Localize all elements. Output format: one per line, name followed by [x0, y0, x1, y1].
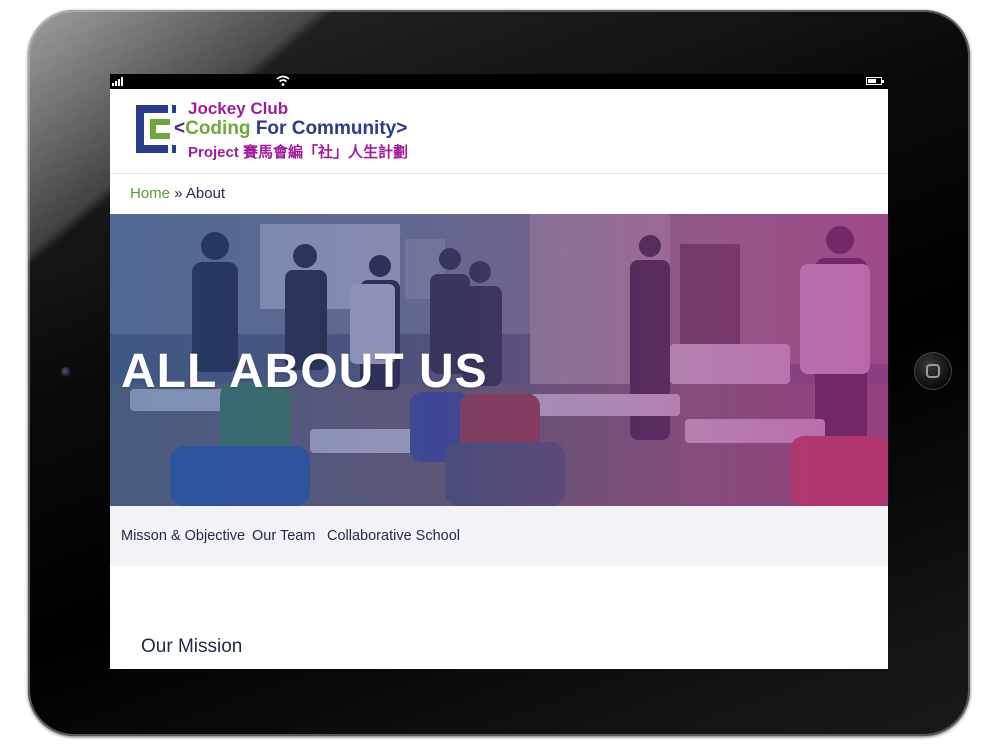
logo-wordmark[interactable]: Jockey Club <Coding For Community> Proje…	[174, 99, 434, 162]
logo-word-community: Community	[291, 118, 397, 139]
logo-project-en: Project	[188, 144, 239, 161]
breadcrumb-current: About	[185, 185, 226, 202]
screen: Jockey Club <Coding For Community> Proje…	[110, 74, 888, 669]
subnav-item-team[interactable]: Our Team	[252, 528, 315, 544]
signal-icon	[112, 76, 126, 86]
breadcrumb-home-link[interactable]: Home	[130, 185, 170, 202]
logo-cc-icon[interactable]	[128, 101, 178, 157]
site-header: Jockey Club <Coding For Community> Proje…	[110, 89, 888, 174]
logo-line-jockey-club: Jockey Club	[188, 99, 289, 118]
wifi-icon	[276, 75, 290, 86]
hero-banner: ALL ABOUT US	[110, 214, 888, 506]
breadcrumb: Home » About	[130, 185, 225, 202]
logo-word-coding: Coding	[185, 118, 251, 139]
section-title-mission: Our Mission	[141, 636, 243, 657]
logo-close-bracket: >	[396, 118, 408, 139]
section-subnav: Misson & Objective Our Team Collaborativ…	[110, 506, 888, 566]
home-square-icon	[926, 364, 940, 378]
logo-word-for: For	[255, 118, 287, 139]
logo-line-coding: <Coding For Community>	[174, 118, 407, 140]
front-camera	[61, 367, 71, 377]
hero-title: ALL ABOUT US	[121, 345, 488, 398]
subnav-item-school[interactable]: Collaborative School	[327, 528, 460, 544]
status-bar	[110, 74, 888, 89]
logo-open-bracket: <	[174, 118, 186, 139]
logo-line-project: Project 賽馬會編「社」人生計劃	[188, 141, 408, 162]
subnav-item-mission[interactable]: Misson & Objective	[121, 528, 245, 544]
home-button[interactable]	[914, 352, 952, 390]
breadcrumb-separator: »	[174, 185, 183, 202]
battery-icon	[866, 77, 884, 85]
logo-project-zh: 賽馬會編「社」人生計劃	[243, 144, 409, 161]
